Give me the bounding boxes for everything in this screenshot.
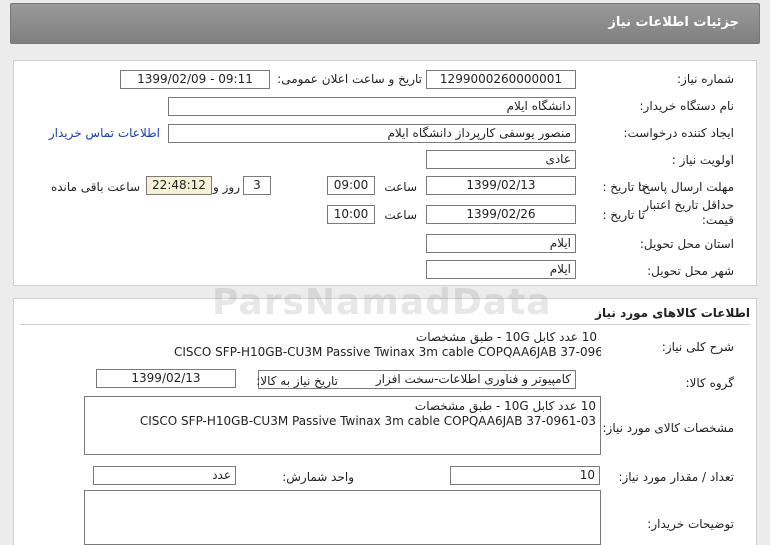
summary-line-1: 10 عدد کابل 10G - طبق مشخصات [415, 330, 597, 344]
validity-time-field: 10:00 [327, 205, 375, 224]
summary-label: شرح کلی نیاز: [661, 340, 734, 354]
spec-field: 10 عدد کابل 10G - طبق مشخصات CISCO SFP-H… [84, 396, 601, 455]
spec-label: مشخصات کالای مورد نیاز: [602, 421, 734, 435]
buyer-org-field: دانشگاه ایلام [168, 97, 576, 116]
spec-line-1: 10 عدد کابل 10G - طبق مشخصات [414, 399, 596, 413]
announce-field: 1399/02/09 - 09:11 [120, 70, 270, 89]
validity-time-label: ساعت [384, 208, 417, 222]
remaining-time-field: 22:48:12 [146, 176, 212, 195]
remaining-days-field: 3 [243, 176, 271, 195]
quantity-field: 10 [450, 466, 600, 485]
spec-line-2: CISCO SFP-H10GB-CU3M Passive Twinax 3m c… [139, 414, 596, 428]
unit-label: واحد شمارش: [282, 470, 354, 484]
deadline-to-date-label: تا تاریخ : [602, 180, 645, 194]
unit-field: عدد [93, 466, 236, 485]
city-field: ایلام [426, 260, 576, 279]
validity-to-date-label: تا تاریخ : [602, 208, 645, 222]
deadline-date-field: 1399/02/13 [426, 176, 576, 195]
buyer-contact-link[interactable]: اطلاعات تماس خریدار [49, 126, 160, 140]
need-date-label: تاریخ نیاز به کالا: [256, 374, 338, 388]
creator-field: منصور یوسفی کارپرداز دانشگاه ایلام [168, 124, 576, 143]
goods-group-label: گروه کالا: [685, 376, 735, 390]
priority-label: اولویت نیاز : [671, 153, 734, 167]
quantity-label: تعداد / مقدار مورد نیاز: [618, 470, 734, 484]
summary-line-2: CISCO SFP-H10GB-CU3M Passive Twinax 3m c… [174, 345, 601, 359]
summary-field: 10 عدد کابل 10G - طبق مشخصات CISCO SFP-H… [170, 328, 601, 363]
deadline-label: مهلت ارسال پاسخ: [638, 180, 734, 194]
city-label: شهر محل تحویل: [647, 264, 734, 278]
need-number-field: 1299000260000001 [426, 70, 576, 89]
validity-date-field: 1399/02/26 [426, 205, 576, 224]
need-number-label: شماره نیاز: [677, 72, 734, 86]
goods-divider [20, 324, 750, 325]
province-field: ایلام [426, 234, 576, 253]
goods-section-title: اطلاعات کالاهای مورد نیاز [595, 306, 750, 320]
priority-field: عادی [426, 150, 576, 169]
buyer-notes-field [84, 490, 601, 545]
announce-label: تاریخ و ساعت اعلان عمومی: [277, 72, 422, 86]
need-info-panel [13, 60, 757, 286]
need-date-field: 1399/02/13 [96, 369, 236, 388]
deadline-time-label: ساعت [384, 180, 417, 194]
creator-label: ایجاد کننده درخواست: [623, 126, 734, 140]
buyer-notes-label: توضیحات خریدار: [647, 517, 734, 531]
province-label: استان محل تحویل: [639, 237, 734, 251]
page-header: جزئیات اطلاعات نیاز [10, 3, 760, 44]
buyer-org-label: نام دستگاه خریدار: [639, 99, 735, 113]
remaining-label: ساعت باقی مانده [50, 180, 140, 194]
days-label: روز و [213, 180, 240, 194]
page-title: جزئیات اطلاعات نیاز [608, 15, 739, 30]
deadline-time-field: 09:00 [327, 176, 375, 195]
